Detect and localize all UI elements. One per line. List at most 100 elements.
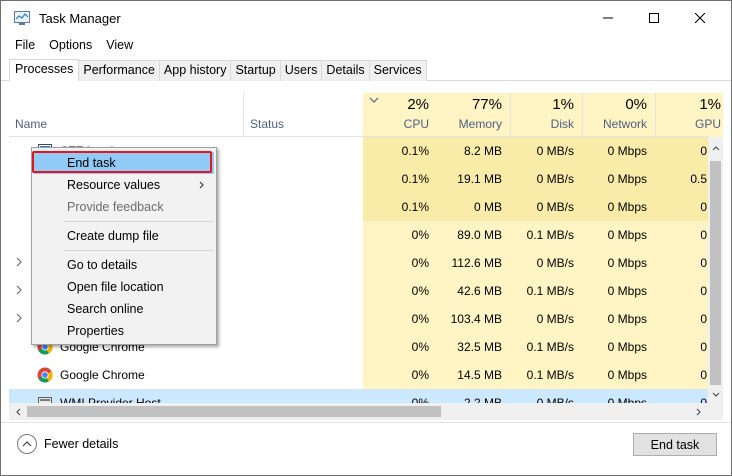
expand-chevron-icon[interactable]: [15, 257, 23, 267]
cpu-value: 0%: [411, 312, 429, 326]
gpu-label: GPU: [694, 117, 721, 131]
cpu-value: 0%: [411, 228, 429, 242]
network-value: 0 Mbps: [607, 172, 647, 186]
gpu-value: 0: [700, 340, 707, 354]
disk-value: 0 MB/s: [536, 256, 574, 270]
context-menu-end-task[interactable]: End task: [34, 152, 214, 174]
scroll-down-button[interactable]: [708, 387, 723, 401]
network-value: 0 Mbps: [607, 144, 647, 158]
column-header-gpu[interactable]: 1% GPU: [655, 93, 723, 137]
window-title: Task Manager: [39, 11, 121, 26]
title-bar[interactable]: Task Manager: [1, 1, 731, 35]
network-value: 0 Mbps: [607, 340, 647, 354]
context-menu-create-dump-file[interactable]: Create dump file: [34, 225, 214, 247]
minimize-button[interactable]: [585, 1, 631, 35]
end-task-button[interactable]: End task: [633, 433, 717, 456]
table-row-selected[interactable]: WMI Provider Host 0% 2.2 MB 0 MB/s 0 Mbp…: [9, 389, 709, 403]
fewer-details-toggle[interactable]: Fewer details: [17, 434, 118, 454]
context-menu-separator: [64, 250, 214, 251]
expand-chevron-icon[interactable]: [15, 313, 23, 323]
cpu-total: 2%: [407, 96, 429, 113]
scroll-corner: [708, 403, 723, 420]
disk-value: 0.1 MB/s: [526, 228, 574, 242]
menu-options[interactable]: Options: [45, 37, 96, 55]
disk-value: 0 MB/s: [536, 396, 574, 403]
chevron-up-icon: [712, 145, 719, 150]
tab-users[interactable]: Users: [279, 60, 323, 81]
memory-value: 0 MB: [473, 200, 502, 214]
sort-chevron-down-icon: [369, 97, 379, 103]
gpu-value: 0: [700, 200, 707, 214]
scroll-left-button[interactable]: [11, 405, 25, 418]
memory-value: 32.5 MB: [457, 340, 502, 354]
context-menu-resource-values[interactable]: Resource values: [34, 174, 214, 196]
column-separator[interactable]: [510, 93, 511, 137]
cpu-value: 0.1%: [401, 200, 429, 214]
horizontal-scroll-thumb[interactable]: [27, 406, 441, 417]
context-menu-open-file-location[interactable]: Open file location: [34, 276, 214, 298]
context-menu-search-online[interactable]: Search online: [34, 298, 214, 320]
gpu-value: 0.5: [690, 172, 707, 186]
close-button[interactable]: [677, 1, 723, 35]
menu-file[interactable]: File: [11, 37, 39, 55]
task-manager-icon: [14, 11, 30, 25]
network-total: 0%: [625, 96, 647, 113]
column-separator[interactable]: [655, 93, 656, 137]
vertical-scroll-thumb[interactable]: [710, 161, 721, 385]
scroll-up-button[interactable]: [708, 141, 723, 155]
maximize-button[interactable]: [631, 1, 677, 35]
table-row[interactable]: Google Chrome 0% 14.5 MB 0.1 MB/s 0 Mbps…: [9, 361, 709, 389]
network-value: 0 Mbps: [607, 228, 647, 242]
gpu-value: 0: [700, 256, 707, 270]
column-header-disk[interactable]: 1% Disk: [510, 93, 582, 137]
tab-services[interactable]: Services: [368, 60, 427, 81]
gpu-value: 0: [700, 144, 707, 158]
cpu-value: 0.1%: [401, 172, 429, 186]
context-menu-go-to-details[interactable]: Go to details: [34, 254, 214, 276]
tab-performance[interactable]: Performance: [78, 60, 160, 81]
memory-value: 14.5 MB: [457, 368, 502, 382]
process-name: WMI Provider Host: [60, 396, 161, 403]
expand-chevron-icon[interactable]: [15, 285, 23, 295]
cpu-value: 0%: [411, 256, 429, 270]
chrome-icon: [37, 367, 53, 383]
chevron-right-icon: [696, 408, 701, 415]
tab-app-history[interactable]: App history: [158, 60, 232, 81]
memory-value: 112.6 MB: [451, 256, 502, 270]
memory-value: 8.2 MB: [463, 144, 502, 158]
vertical-scrollbar[interactable]: [708, 137, 723, 403]
column-header-status[interactable]: Status: [244, 93, 363, 137]
cpu-value: 0.1%: [401, 144, 429, 158]
tab-details[interactable]: Details: [321, 60, 370, 81]
gpu-value: 0: [700, 396, 707, 403]
gpu-value: 0: [700, 312, 707, 326]
disk-value: 0.1 MB/s: [526, 340, 574, 354]
network-value: 0 Mbps: [607, 368, 647, 382]
tab-startup[interactable]: Startup: [230, 60, 281, 81]
column-separator[interactable]: [582, 93, 583, 137]
disk-label: Disk: [550, 117, 574, 131]
menu-bar: File Options View: [1, 37, 137, 55]
column-header-network[interactable]: 0% Network: [582, 93, 655, 137]
column-header-row: Name Status 2% CPU 77% Memory 1% Disk 0%…: [9, 93, 723, 137]
column-header-name[interactable]: Name: [9, 93, 243, 137]
column-status-label: Status: [250, 117, 285, 131]
cpu-value: 0%: [411, 340, 429, 354]
cpu-value: 0%: [411, 284, 429, 298]
scroll-right-button[interactable]: [691, 405, 705, 418]
disk-value: 0 MB/s: [536, 144, 574, 158]
network-value: 0 Mbps: [607, 200, 647, 214]
column-header-cpu[interactable]: 2% CPU: [363, 93, 437, 137]
gpu-total: 1%: [699, 96, 721, 113]
memory-total: 77%: [471, 96, 502, 113]
column-header-memory[interactable]: 77% Memory: [437, 93, 510, 137]
close-icon: [695, 13, 705, 23]
menu-view[interactable]: View: [102, 37, 137, 55]
context-menu-properties[interactable]: Properties: [34, 320, 214, 342]
horizontal-scrollbar[interactable]: [9, 403, 708, 420]
tab-processes[interactable]: Processes: [9, 59, 80, 81]
cpu-label: CPU: [403, 117, 429, 131]
column-name-label: Name: [15, 117, 48, 131]
network-label: Network: [602, 117, 647, 131]
disk-value: 0 MB/s: [536, 172, 574, 186]
